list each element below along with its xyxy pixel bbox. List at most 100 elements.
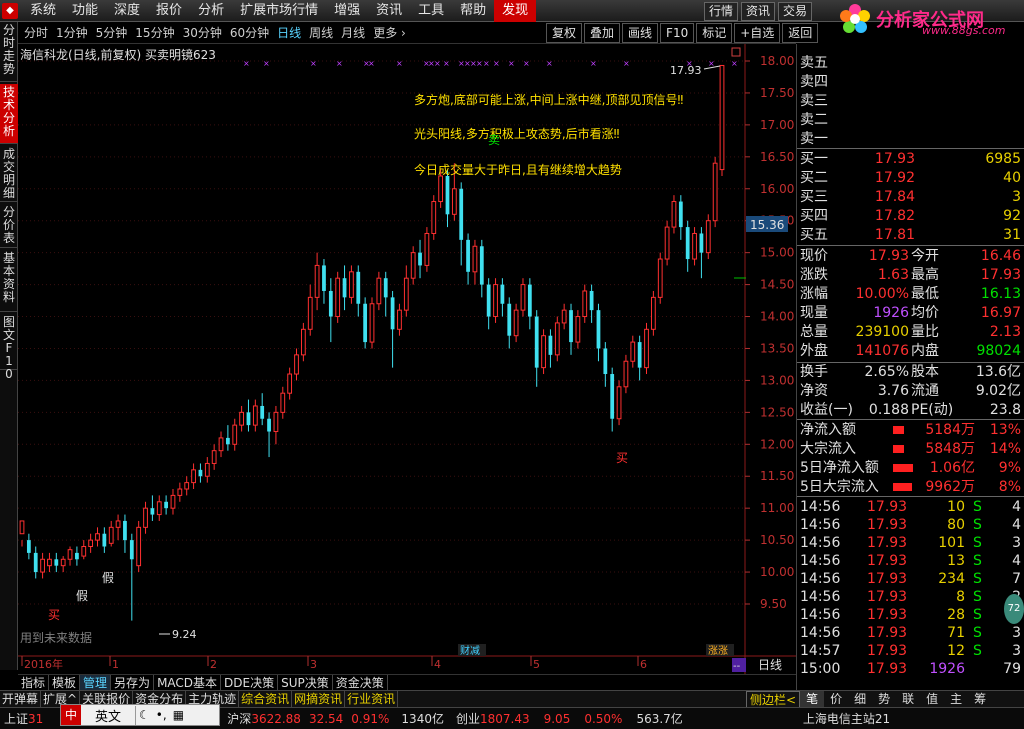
left-tab[interactable]: 成交明细 bbox=[0, 146, 18, 202]
left-tab[interactable]: 分价表 bbox=[0, 204, 18, 248]
menu-item[interactable]: 工具 bbox=[410, 0, 452, 22]
indicator-tab[interactable]: 另存为 bbox=[111, 675, 155, 690]
menu-item[interactable]: 增强 bbox=[326, 0, 368, 22]
quote-row: 14:56 17.93 10 S 4 bbox=[797, 498, 1024, 516]
candle-body bbox=[451, 188, 457, 215]
x-tick-label: 3 bbox=[310, 658, 317, 671]
period-tab[interactable]: 日线 bbox=[273, 22, 305, 44]
keyboard-icon[interactable]: ▦ bbox=[170, 708, 187, 722]
candle-body bbox=[102, 533, 107, 547]
left-tab-char: 0 bbox=[5, 367, 13, 381]
period-tab[interactable]: 30分钟 bbox=[179, 22, 226, 44]
punctuation-icon[interactable]: •, bbox=[153, 708, 170, 722]
chart-tool-button[interactable]: 叠加 bbox=[584, 23, 621, 43]
menu-item[interactable]: 功能 bbox=[64, 0, 106, 22]
info-tab[interactable]: 网摘资讯 bbox=[292, 691, 346, 707]
candlestick-chart[interactable]: 18.0017.5017.0016.5016.0015.5015.0014.50… bbox=[18, 44, 796, 674]
tick-side: S bbox=[973, 607, 982, 623]
candle-body bbox=[150, 508, 155, 515]
chart-tool-button[interactable]: 标记 bbox=[696, 23, 733, 43]
info-value: 23.8 bbox=[989, 402, 1021, 418]
buy-level-label: 买一 bbox=[800, 151, 828, 167]
stat-label: 量比 bbox=[911, 324, 939, 340]
tick-price: 17.93 bbox=[867, 571, 908, 587]
index-chuangye-name[interactable]: 创业 bbox=[456, 710, 480, 727]
buy-level-volume: 3 bbox=[1012, 189, 1021, 205]
candle-body bbox=[671, 201, 677, 228]
buy-level-label: 买三 bbox=[800, 189, 828, 205]
menu-item[interactable]: 帮助 bbox=[452, 0, 494, 22]
info-tab[interactable]: 开弹幕 bbox=[0, 691, 42, 707]
info-tab[interactable]: 行业资讯 bbox=[345, 691, 399, 707]
index-hushen-name[interactable]: 沪深 bbox=[227, 710, 251, 727]
period-tab[interactable]: 5分钟 bbox=[92, 22, 132, 44]
menu-item[interactable]: 资讯 bbox=[368, 0, 410, 22]
index-chuangye-volume: 563.7亿 bbox=[636, 712, 683, 726]
buy-level-volume: 40 bbox=[1003, 170, 1021, 186]
index-shanghai-name[interactable]: 上证 bbox=[4, 710, 28, 727]
candle-body bbox=[561, 309, 567, 324]
period-tab[interactable]: 60分钟 bbox=[226, 22, 273, 44]
chart-tool-button[interactable]: 画线 bbox=[622, 23, 659, 43]
indicator-tab[interactable]: 模板 bbox=[49, 675, 81, 690]
menu-item[interactable]: 深度 bbox=[106, 0, 148, 22]
ime-mode[interactable]: 英文 bbox=[81, 705, 137, 725]
menu-item[interactable]: 系统 bbox=[22, 0, 64, 22]
sell-level-label: 卖四 bbox=[800, 74, 828, 90]
y-tick-label: 17.50 bbox=[760, 86, 794, 100]
index-chuangye-change: 9.05 bbox=[543, 711, 571, 726]
stat-label: 现价 bbox=[800, 248, 828, 264]
indicator-tab[interactable]: MACD基本 bbox=[154, 675, 222, 690]
stat-label: 均价 bbox=[911, 305, 939, 321]
flow-bar bbox=[893, 464, 913, 472]
quote-row: 14:56 17.93 13 S 4 bbox=[797, 552, 1024, 570]
indicator-tab[interactable]: DDE决策 bbox=[221, 675, 279, 690]
chart-tool-button[interactable]: F10 bbox=[660, 23, 695, 43]
index-hushen-value: 3622.88 bbox=[251, 711, 301, 726]
indicator-tab[interactable]: 管理 bbox=[80, 675, 112, 690]
candle-body bbox=[582, 290, 588, 318]
left-tab[interactable]: 技术分析 bbox=[0, 84, 18, 144]
signal-marker: × bbox=[731, 59, 738, 68]
menu-right-button[interactable]: 交易 bbox=[778, 2, 813, 21]
menu-item[interactable]: 发现 bbox=[494, 0, 537, 22]
quote-row: 14:56 17.93 101 S 3 bbox=[797, 534, 1024, 552]
period-tab[interactable]: 更多 › bbox=[369, 22, 410, 44]
period-tab[interactable]: 周线 bbox=[305, 22, 337, 44]
period-tab[interactable]: 分时 bbox=[20, 22, 52, 44]
tick-count: 7 bbox=[1012, 571, 1021, 587]
signal-marker: × bbox=[443, 59, 450, 68]
ime-toolbar[interactable]: 中 英文 ☾ •, ▦ bbox=[60, 704, 220, 726]
indicator-tab[interactable]: SUP决策 bbox=[278, 675, 333, 690]
candle-body bbox=[218, 437, 224, 452]
chart-tool-button[interactable]: 复权 bbox=[546, 23, 583, 43]
buy-level-volume: 92 bbox=[1003, 208, 1021, 224]
left-tab[interactable]: 图文F10 bbox=[0, 314, 18, 381]
menu-item[interactable]: 报价 bbox=[148, 0, 190, 22]
menu-right-button[interactable]: 资讯 bbox=[741, 2, 776, 21]
info-tab[interactable]: 综合资讯 bbox=[239, 691, 293, 707]
tick-price: 17.93 bbox=[867, 607, 908, 623]
chart-tool-button[interactable]: 返回 bbox=[782, 23, 819, 43]
menu-item[interactable]: 分析 bbox=[190, 0, 232, 22]
menu-item[interactable]: 扩展市场行情 bbox=[232, 0, 326, 22]
period-tab[interactable]: 15分钟 bbox=[131, 22, 178, 44]
candle-body bbox=[335, 277, 341, 318]
server-name: 上海电信主站21 bbox=[802, 712, 891, 726]
candle bbox=[363, 297, 368, 349]
quote-row: 净流入额 5184万 13% bbox=[797, 421, 1024, 439]
tick-volume: 12 bbox=[947, 643, 965, 659]
scroll-handle[interactable]: 72 bbox=[1004, 594, 1024, 624]
period-tab[interactable]: 1分钟 bbox=[52, 22, 92, 44]
indicator-tab[interactable]: 指标 bbox=[18, 675, 50, 690]
moon-icon[interactable]: ☾ bbox=[136, 708, 153, 722]
signal-marker: × bbox=[476, 59, 483, 68]
candle-body bbox=[493, 284, 498, 318]
period-tab[interactable]: 月线 bbox=[337, 22, 369, 44]
chart-tool-button[interactable]: +自选 bbox=[734, 23, 781, 43]
left-tab[interactable]: 分时走势 bbox=[0, 22, 18, 82]
left-tab[interactable]: 基本资料 bbox=[0, 250, 18, 312]
indicator-tab[interactable]: 资金决策 bbox=[333, 675, 388, 690]
menu-right-button[interactable]: 行情 bbox=[704, 2, 739, 21]
index-hushen-volume: 1340亿 bbox=[401, 712, 444, 726]
